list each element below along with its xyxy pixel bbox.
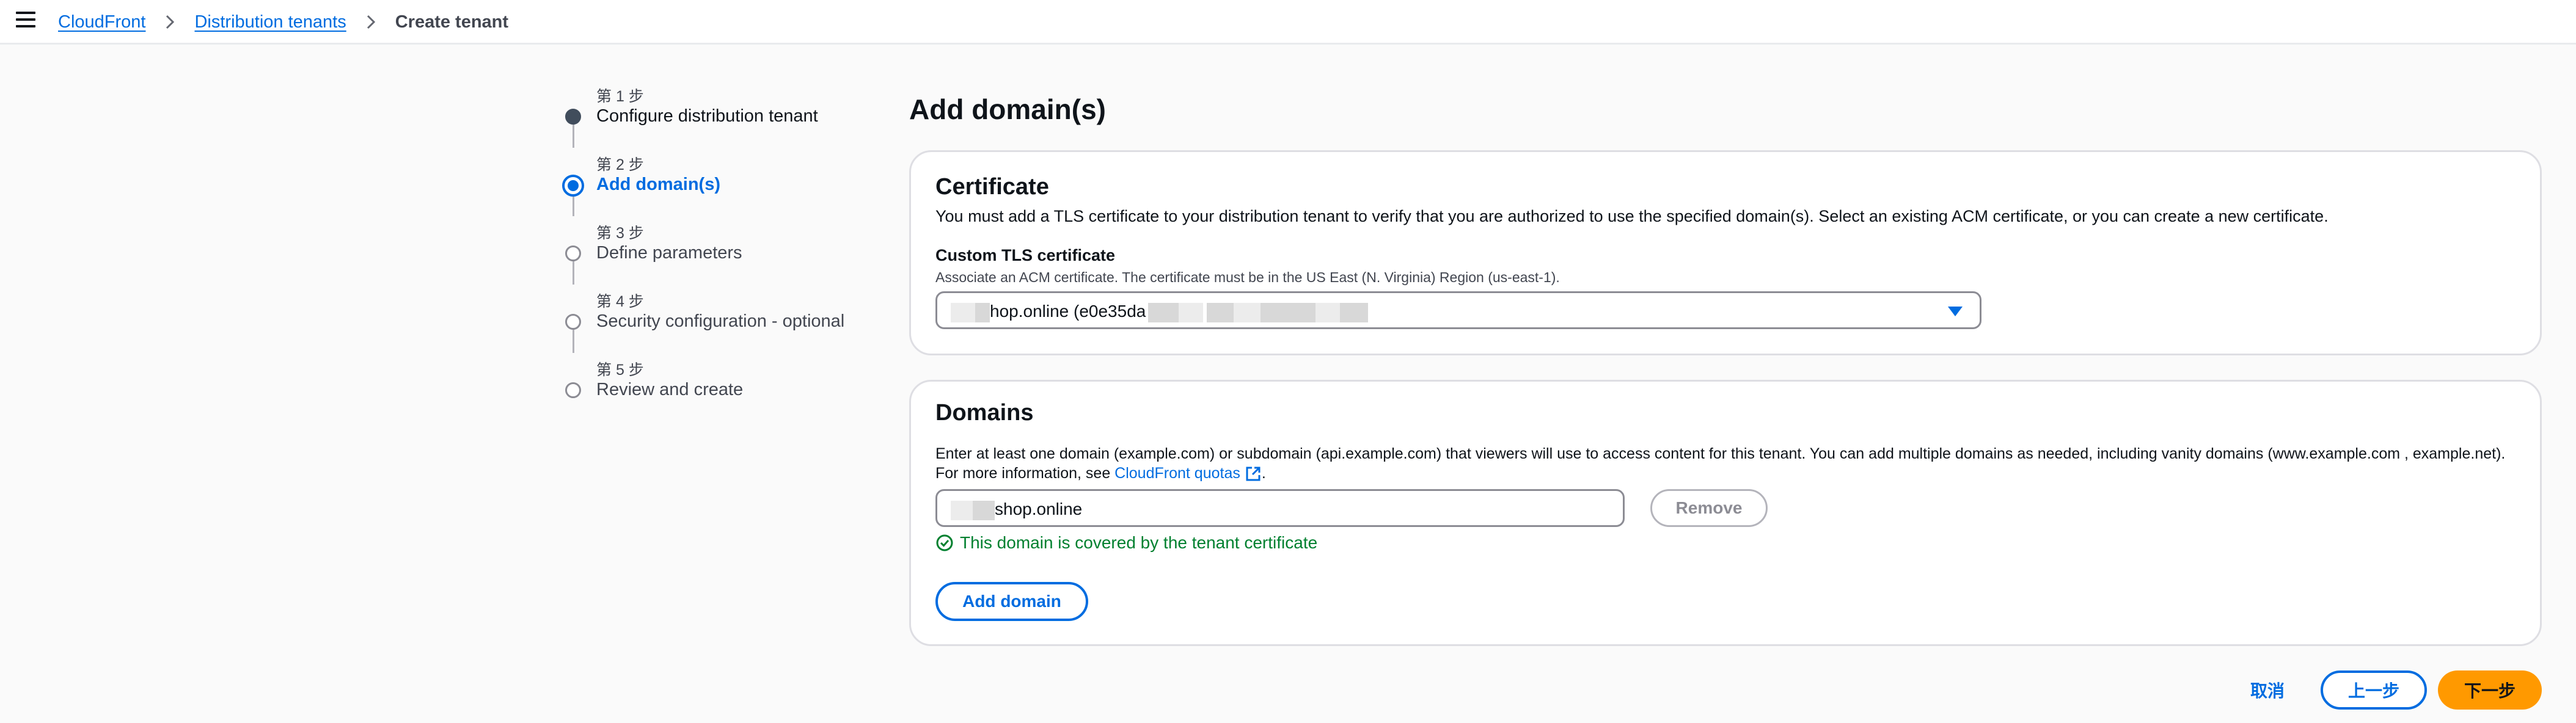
breadcrumb-distribution-tenants-link[interactable]: Distribution tenants <box>194 12 346 32</box>
step-label: Add domain(s) <box>596 175 720 194</box>
chevron-right-icon <box>166 15 175 29</box>
breadcrumb-current: Create tenant <box>395 12 509 32</box>
add-domain-button[interactable]: Add domain <box>935 582 1088 621</box>
redaction-block <box>1148 302 1179 322</box>
previous-step-button[interactable]: 上一步 <box>2321 670 2427 710</box>
certificate-heading: Certificate <box>935 174 1049 200</box>
cloudfront-quotas-link[interactable]: CloudFront quotas <box>1114 465 1240 482</box>
more-info-suffix: . <box>1261 465 1266 482</box>
tls-certificate-selected-value: hop.online (e0e35da <box>951 302 1369 322</box>
more-info-prefix: For more information, see <box>935 465 1111 482</box>
redaction-block <box>973 500 995 520</box>
redaction-block <box>975 302 990 322</box>
certificate-description: You must add a TLS certificate to your d… <box>935 207 2329 225</box>
step-number: 第 2 步 <box>596 156 644 173</box>
redaction-block <box>1340 302 1369 322</box>
caret-down-icon <box>1948 307 1963 316</box>
redaction-block <box>951 302 975 322</box>
top-navigation-bar: CloudFront Distribution tenants Create t… <box>0 0 2576 45</box>
page-title: Add domain(s) <box>909 93 1106 125</box>
redaction-block <box>1179 302 1204 322</box>
redaction-block <box>1261 302 1316 322</box>
breadcrumb-cloudfront-link[interactable]: CloudFront <box>58 12 145 32</box>
step-number: 第 4 步 <box>596 293 644 310</box>
redaction-block <box>951 500 973 520</box>
step-complete-icon <box>565 109 581 125</box>
remove-domain-button[interactable]: Remove <box>1650 489 1768 527</box>
step-number: 第 3 步 <box>596 225 644 242</box>
chevron-right-icon <box>367 15 375 29</box>
step-label: Review and create <box>596 380 744 399</box>
step-number: 第 5 步 <box>596 362 644 379</box>
step-pending-icon <box>565 314 581 330</box>
redaction-block <box>1207 302 1234 322</box>
redaction-block <box>1234 302 1261 322</box>
domains-description: Enter at least one domain (example.com) … <box>935 445 2506 462</box>
domain-input-value: shop.online <box>951 500 1082 520</box>
custom-tls-certificate-description: Associate an ACM certificate. The certif… <box>935 269 1560 285</box>
hamburger-menu-icon[interactable] <box>16 12 35 27</box>
tls-certificate-value-text: hop.online (e0e35da <box>990 302 1146 321</box>
check-circle-icon <box>936 534 953 551</box>
step-label: Security configuration - optional <box>596 311 845 331</box>
domains-heading: Domains <box>935 400 1034 426</box>
domain-value-text: shop.online <box>995 500 1083 518</box>
domain-input[interactable]: shop.online <box>935 489 1625 527</box>
custom-tls-certificate-label: Custom TLS certificate <box>935 246 1116 264</box>
next-step-button[interactable]: 下一步 <box>2438 670 2542 710</box>
redaction-block <box>1315 302 1341 322</box>
domain-covered-status: This domain is covered by the tenant cer… <box>935 533 1317 553</box>
breadcrumb: CloudFront Distribution tenants Create t… <box>58 9 508 35</box>
domains-more-info: For more information, see CloudFront quo… <box>935 465 1266 482</box>
domains-panel: Domains Enter at least one domain (examp… <box>909 380 2542 646</box>
step-label: Configure distribution tenant <box>596 106 818 126</box>
tls-certificate-select[interactable]: hop.online (e0e35da <box>935 291 1981 329</box>
external-link-icon[interactable] <box>1245 465 1262 482</box>
step-pending-icon <box>565 245 581 261</box>
step-number: 第 1 步 <box>596 88 644 105</box>
certificate-panel: Certificate You must add a TLS certifica… <box>909 150 2542 355</box>
step-pending-icon <box>565 382 581 398</box>
step-label: Define parameters <box>596 243 742 263</box>
domain-covered-text: This domain is covered by the tenant cer… <box>960 533 1318 552</box>
step-active-icon <box>562 175 584 197</box>
cancel-button[interactable]: 取消 <box>2234 670 2301 710</box>
